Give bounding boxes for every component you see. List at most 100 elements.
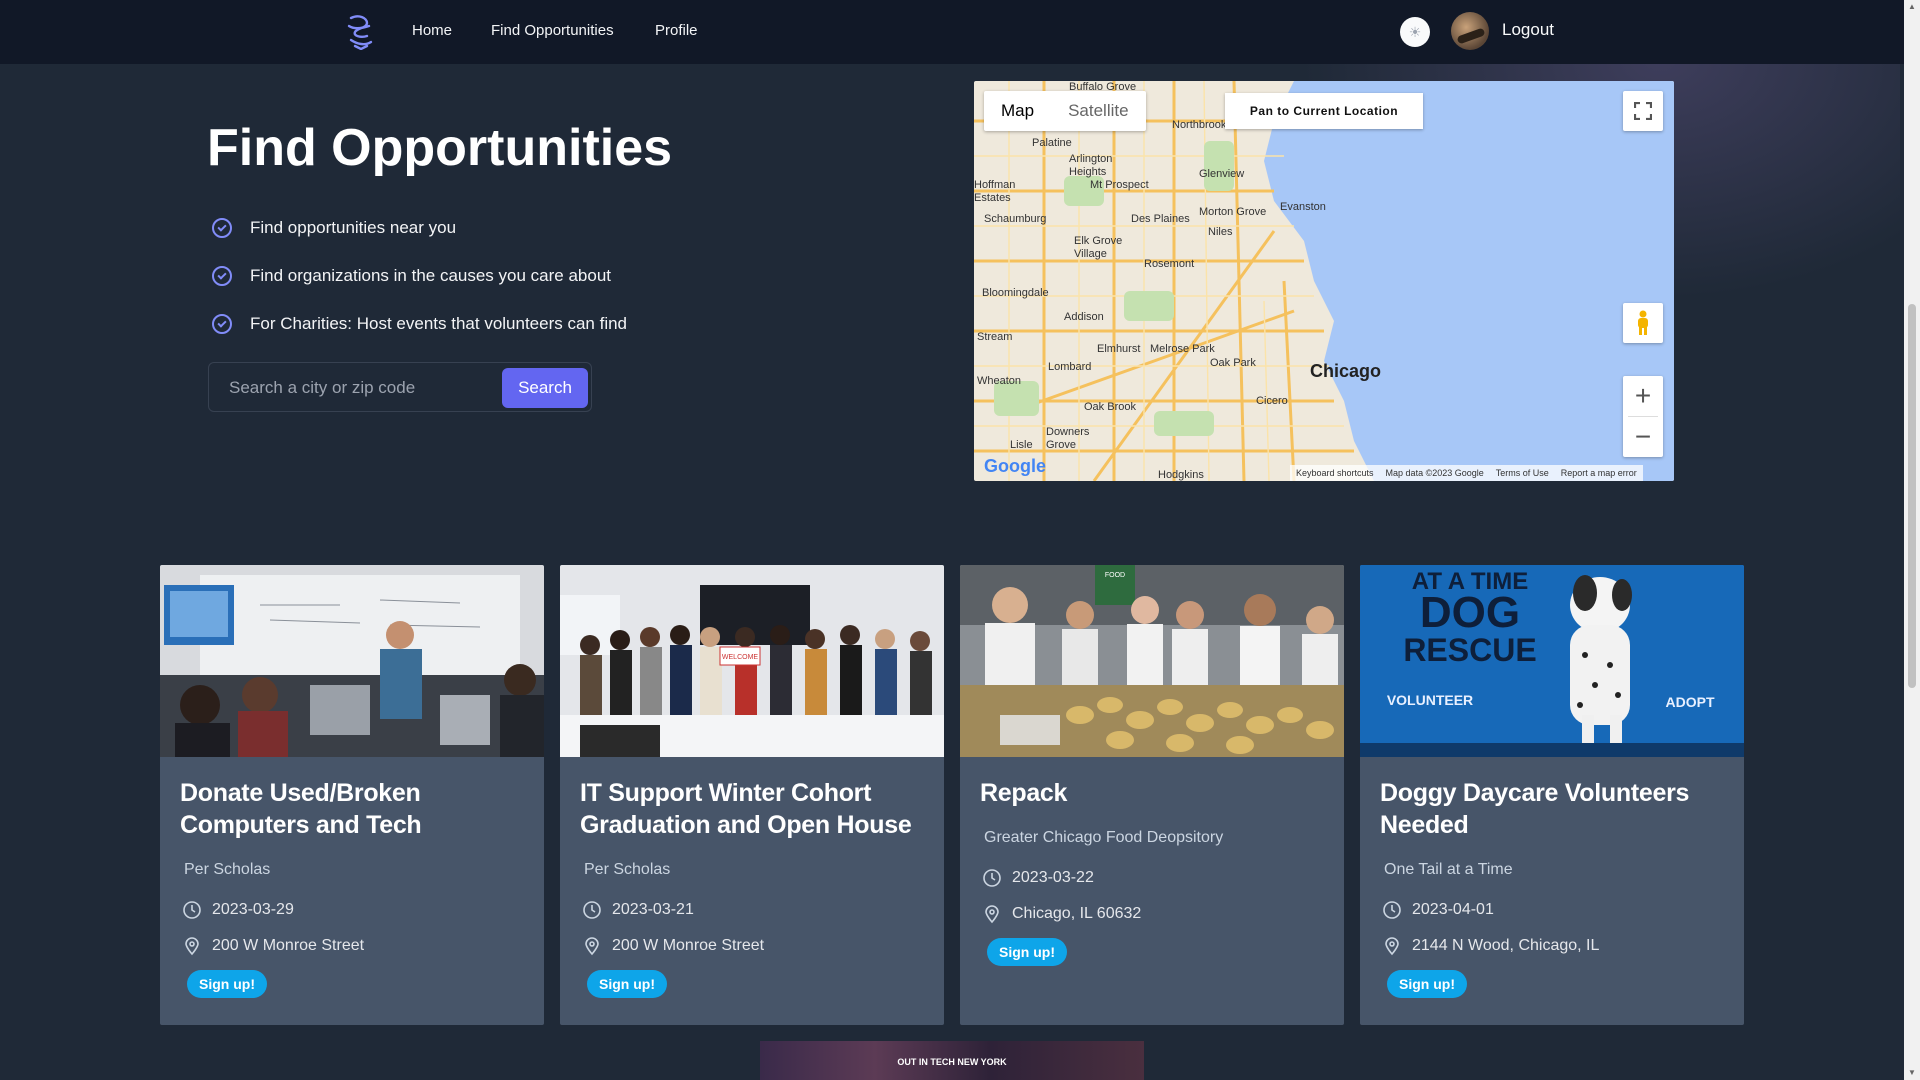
clock-icon	[1383, 901, 1401, 919]
svg-text:ADOPT: ADOPT	[1666, 694, 1715, 710]
zoom-in-button[interactable]: +	[1623, 376, 1663, 416]
card-title[interactable]: Repack	[980, 777, 1330, 809]
terms-of-use-link[interactable]: Terms of Use	[1496, 468, 1549, 478]
card-location: 200 W Monroe Street	[612, 937, 765, 954]
fullscreen-button[interactable]	[1623, 91, 1663, 131]
map-place-label: Palatine	[1032, 137, 1072, 149]
signup-button[interactable]: Sign up!	[587, 970, 667, 998]
feature-text: For Charities: Host events that voluntee…	[250, 314, 628, 333]
map-place-label: Wheaton	[977, 375, 1022, 387]
card-location-row: 200 W Monroe Street	[182, 936, 364, 956]
search-button[interactable]: Search	[502, 368, 588, 408]
map-type-satellite-button[interactable]: Satellite	[1051, 91, 1145, 131]
map-place-label: Glenview	[1199, 168, 1245, 180]
nav-find-opportunities-link[interactable]: Find Opportunities	[491, 22, 614, 39]
feature-text: Find organizations in the causes you car…	[250, 266, 612, 285]
card-title[interactable]: Donate Used/Broken Computers and Tech	[180, 777, 530, 841]
pegman-icon	[1638, 310, 1648, 335]
card-image: WELCOME	[560, 565, 944, 757]
sun-icon: ☀	[1408, 23, 1422, 40]
card-date: 2023-04-01	[1412, 901, 1494, 918]
opportunity-card[interactable]: WELCOME IT Support Winter Cohort Graduat…	[560, 565, 944, 1025]
map-place-label: Lisle	[1010, 439, 1033, 451]
map-city-label: Chicago	[1310, 361, 1382, 381]
signup-button[interactable]: Sign up!	[1387, 970, 1467, 998]
card-date-row: 2023-03-29	[182, 900, 294, 920]
report-map-error-link[interactable]: Report a map error	[1561, 468, 1637, 478]
map-place-label: Niles	[1208, 226, 1233, 238]
map-place-label: Elk Grove Village	[1074, 235, 1123, 260]
search-input[interactable]	[217, 369, 507, 407]
map-place-label: Rosemont	[1144, 258, 1195, 270]
card-date: 2023-03-22	[1012, 869, 1094, 886]
fullscreen-icon	[1634, 102, 1652, 120]
map-data-attribution: Map data ©2023 Google	[1385, 468, 1484, 478]
map-place-label: Addison	[1064, 311, 1104, 323]
logout-button[interactable]: Logout	[1502, 20, 1554, 40]
plus-icon: +	[1634, 380, 1652, 411]
map-place-label: Elmhurst	[1097, 343, 1141, 355]
card-organization: Greater Chicago Food Deopsitory	[984, 829, 1224, 846]
feature-item: Find organizations in the causes you car…	[212, 252, 627, 300]
map-place-label: Stream	[977, 331, 1013, 343]
map-type-map-button[interactable]: Map	[984, 91, 1051, 131]
opportunity-card[interactable]: Donate Used/Broken Computers and Tech Pe…	[160, 565, 544, 1025]
card-organization: Per Scholas	[584, 861, 671, 878]
minus-icon: −	[1634, 421, 1652, 452]
theme-toggle-button[interactable]: ☀	[1400, 17, 1430, 47]
opportunity-card[interactable]: OUT IN TECH NEW YORK	[760, 1041, 1144, 1080]
card-date-row: 2023-04-01	[1382, 900, 1494, 920]
nav-profile-link[interactable]: Profile	[655, 22, 698, 39]
card-location: 2144 N Wood, Chicago, IL	[1412, 937, 1600, 954]
map-canvas	[974, 81, 1674, 481]
check-circle-icon	[212, 218, 232, 238]
map-place-label: Oak Brook	[1084, 401, 1136, 413]
svg-text:WELCOME: WELCOME	[722, 654, 759, 661]
hands-logo-icon[interactable]	[345, 14, 375, 50]
search-form: Search	[208, 362, 592, 412]
map-place-label: Evanston	[1280, 201, 1326, 213]
pan-to-location-button[interactable]: Pan to Current Location	[1225, 93, 1423, 129]
google-logo: Google	[984, 456, 1046, 476]
map-place-label: Oak Park	[1210, 357, 1256, 369]
check-circle-icon	[212, 266, 232, 286]
signup-button[interactable]: Sign up!	[187, 970, 267, 998]
card-title[interactable]: IT Support Winter Cohort Graduation and …	[580, 777, 930, 841]
card-location: 200 W Monroe Street	[212, 937, 365, 954]
scroll-down-arrow-icon[interactable]: ▼	[1908, 1068, 1916, 1078]
opportunity-card[interactable]: AT A TIME DOG RESCUE VOLUNTEER ADOPT Dog…	[1360, 565, 1744, 1025]
card-location-row: 200 W Monroe Street	[582, 936, 764, 956]
card-date: 2023-03-21	[612, 901, 694, 918]
nav-home-link[interactable]: Home	[412, 22, 452, 39]
avatar[interactable]	[1451, 12, 1489, 50]
map-place-label: Bloomingdale	[982, 287, 1049, 299]
street-view-pegman-button[interactable]	[1623, 303, 1663, 343]
card-image: AT A TIME DOG RESCUE VOLUNTEER ADOPT	[1360, 565, 1744, 757]
signup-button[interactable]: Sign up!	[987, 938, 1067, 966]
keyboard-shortcuts-link[interactable]: Keyboard shortcuts	[1296, 468, 1374, 478]
card-title[interactable]: Doggy Daycare Volunteers Needed	[1380, 777, 1730, 841]
map-place-label: Hodgkins	[1158, 469, 1204, 481]
card-organization: Per Scholas	[184, 861, 271, 878]
map-type-control: Map Satellite	[984, 91, 1146, 131]
page-title: Find Opportunities	[207, 119, 673, 177]
map-pin-icon	[185, 937, 199, 956]
card-location: Chicago, IL 60632	[1012, 905, 1142, 922]
opportunity-card[interactable]: FOOD Repack Greater Chicago Food Deopsit…	[960, 565, 1344, 1025]
map-pin-icon	[585, 937, 599, 956]
scroll-up-arrow-icon[interactable]: ▲	[1908, 2, 1916, 12]
card-location-row: Chicago, IL 60632	[982, 904, 1141, 924]
map-place-label: Northbrook	[1172, 119, 1227, 131]
zoom-control: + −	[1623, 376, 1663, 457]
feature-item: Find opportunities near you	[212, 204, 627, 252]
zoom-out-button[interactable]: −	[1623, 417, 1663, 457]
svg-text:VOLUNTEER: VOLUNTEER	[1387, 692, 1473, 708]
map-place-label: Hoffman Estates	[974, 179, 1016, 204]
map-place-label: Des Plaines	[1131, 213, 1190, 225]
feature-text: Find opportunities near you	[250, 218, 457, 237]
map-place-label: Morton Grove	[1199, 206, 1267, 218]
map[interactable]: Buffalo Grove Northbrook Palatine Arling…	[974, 81, 1674, 481]
card-date-row: 2023-03-22	[982, 868, 1094, 888]
svg-text:DOG: DOG	[1420, 588, 1520, 637]
scrollbar-thumb[interactable]	[1908, 304, 1916, 688]
